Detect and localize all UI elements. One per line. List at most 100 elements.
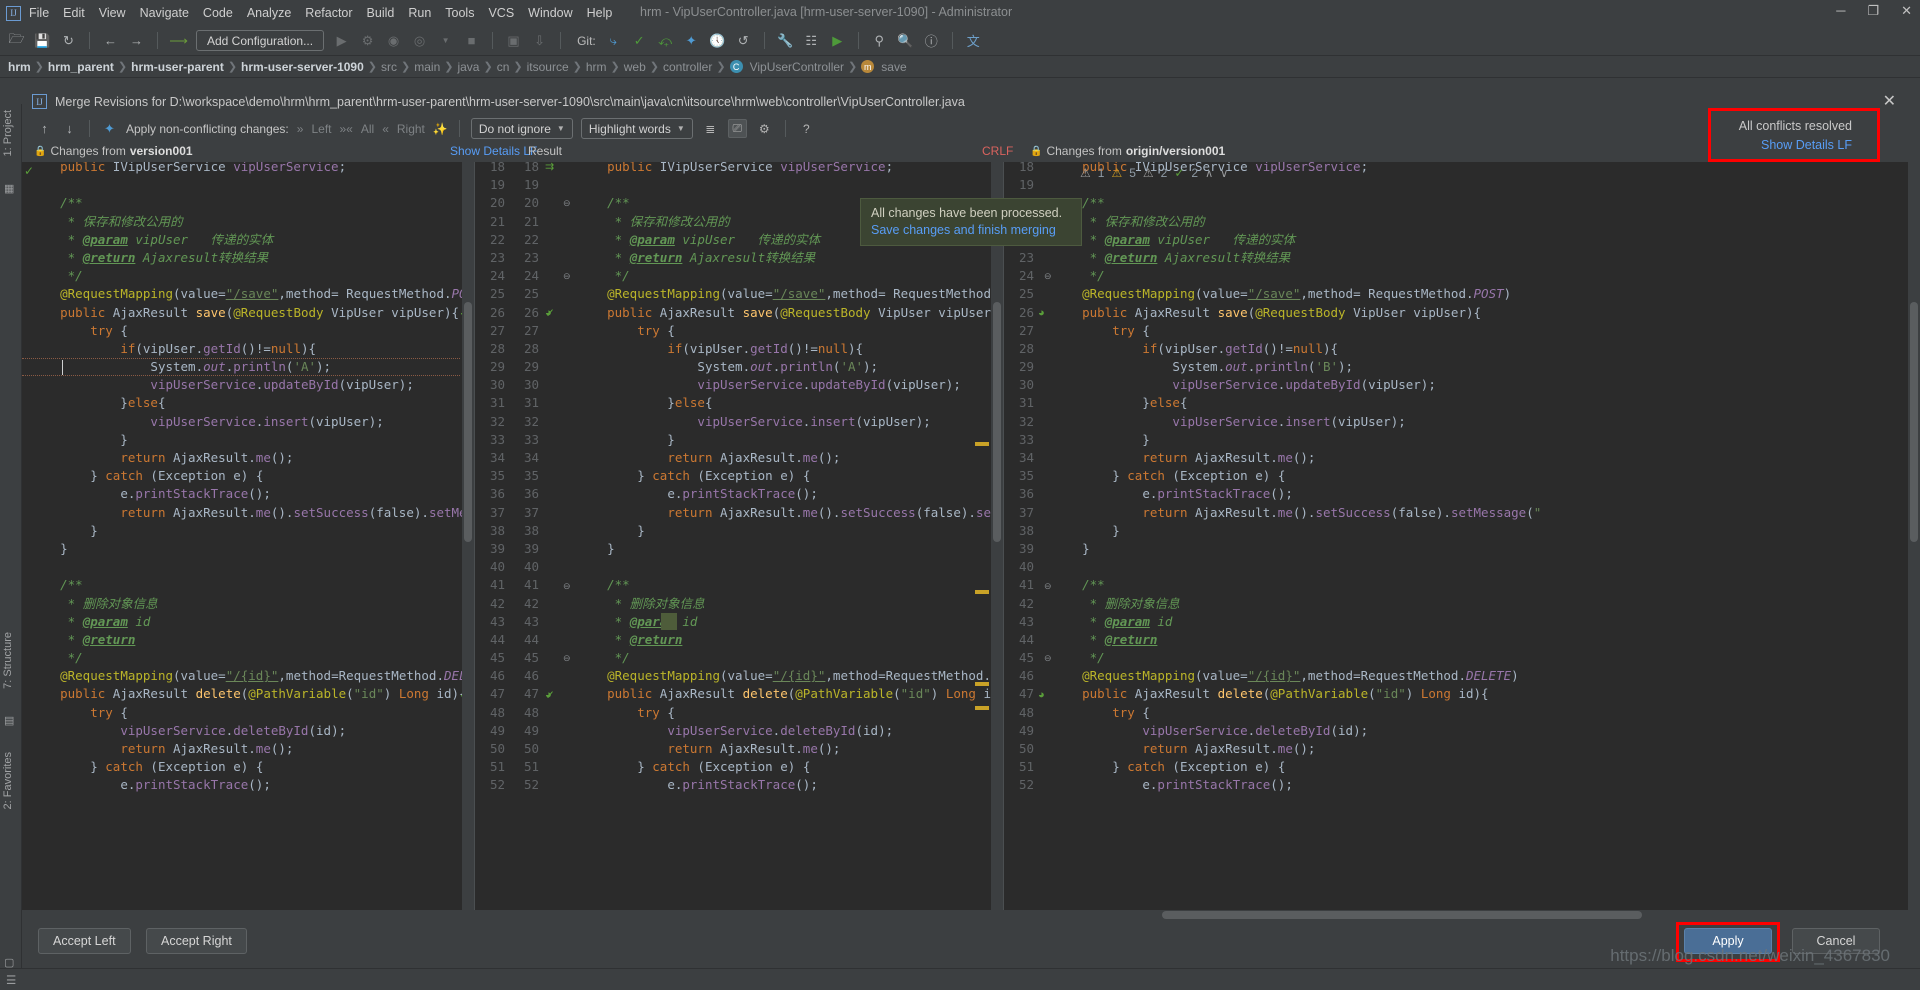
- code-line[interactable]: e.printStackTrace();: [30, 776, 474, 794]
- code-line[interactable]: try {: [30, 322, 474, 340]
- build-module-icon[interactable]: ⇩: [531, 32, 548, 49]
- debug-icon[interactable]: ⚙: [359, 32, 376, 49]
- code-line[interactable]: * 删除对象信息: [30, 595, 474, 613]
- back-arrow-icon[interactable]: ←: [102, 32, 119, 49]
- change-marker[interactable]: [975, 590, 989, 594]
- code-line[interactable]: public AjaxResult save(@RequestBody VipU…: [577, 304, 1003, 322]
- fold-marker-icon[interactable]: ⊖: [563, 198, 571, 209]
- code-line[interactable]: * 删除对象信息: [577, 595, 1003, 613]
- breadcrumb[interactable]: hrm ❯ hrm_parent ❯ hrm-user-parent ❯ hrm-us…: [0, 56, 1920, 78]
- scrollbar-thumb[interactable]: [1910, 302, 1918, 542]
- search-everywhere-icon[interactable]: ⚲: [871, 32, 888, 49]
- next-difference-icon[interactable]: ↓: [61, 120, 78, 137]
- maximize-icon[interactable]: ❐: [1867, 3, 1879, 19]
- prev-difference-icon[interactable]: ↑: [36, 120, 53, 137]
- left-editor-pane[interactable]: public IVipUserService vipUserService; /…: [22, 162, 474, 920]
- run-coverage-icon[interactable]: ◉: [385, 32, 402, 49]
- code-line[interactable]: return AjaxResult.me().setSuccess(false)…: [1052, 504, 1920, 522]
- apply-right-arrow-icon[interactable]: «: [382, 122, 389, 136]
- magic-resolve-icon[interactable]: ✦: [101, 120, 118, 137]
- code-line[interactable]: e.printStackTrace();: [577, 485, 1003, 503]
- fold-marker-icon[interactable]: ⊖: [1044, 653, 1052, 664]
- code-line[interactable]: [30, 176, 474, 194]
- stop-icon[interactable]: ■: [463, 32, 480, 49]
- main-toolbar[interactable]: 🗁 💾 ↻ ← → ⟶ Add Configuration... ▶ ⚙ ◉ ◎…: [0, 26, 1920, 56]
- code-line[interactable]: [1052, 558, 1920, 576]
- sidebar-item-favorites[interactable]: 2: Favorites: [2, 752, 14, 809]
- window-controls[interactable]: ─ ❐ ✕: [1836, 3, 1912, 19]
- menu-item-analyze[interactable]: Analyze: [247, 6, 291, 20]
- code-line[interactable]: }: [577, 522, 1003, 540]
- code-line[interactable]: * @return Ajaxresult转换结果: [1052, 249, 1920, 267]
- code-line[interactable]: [30, 558, 474, 576]
- code-content[interactable]: public IVipUserService vipUserService; /…: [1052, 162, 1920, 920]
- save-icon[interactable]: 💾: [34, 32, 51, 49]
- code-line[interactable]: */: [30, 267, 474, 285]
- apply-left-arrow-icon[interactable]: »: [297, 122, 304, 136]
- code-line[interactable]: vipUserService.updateById(vipUser);: [30, 376, 474, 394]
- code-line[interactable]: [577, 558, 1003, 576]
- code-line[interactable]: try {: [577, 704, 1003, 722]
- code-line[interactable]: if(vipUser.getId()!=null){: [1052, 340, 1920, 358]
- apply-all-button[interactable]: All: [361, 122, 374, 136]
- menu-item-edit[interactable]: Edit: [63, 6, 85, 20]
- code-line[interactable]: public IVipUserService vipUserService;: [577, 162, 1003, 176]
- code-line[interactable]: * @return Ajaxresult转换结果: [577, 249, 1003, 267]
- breadcrumb-item-hrm[interactable]: hrm: [8, 60, 31, 74]
- collapse-unchanged-icon[interactable]: ≣: [701, 119, 720, 138]
- code-line[interactable]: try {: [30, 704, 474, 722]
- right-editor-pane[interactable]: 1819202122232425262728293031323334353637…: [1004, 162, 1920, 920]
- breadcrumb-item-java[interactable]: java: [457, 60, 479, 74]
- code-line[interactable]: /**: [1052, 576, 1920, 594]
- inspection-widget[interactable]: ⚠ 1 ⚠ 5 ⚠ 2 ✓ 2 ∧ ∨: [1080, 166, 1228, 180]
- code-line[interactable]: return AjaxResult.me();: [577, 449, 1003, 467]
- run-icon[interactable]: ▶: [333, 32, 350, 49]
- profile-icon[interactable]: ◎: [411, 32, 428, 49]
- code-line[interactable]: e.printStackTrace();: [577, 776, 1003, 794]
- code-line[interactable]: vipUserService.insert(vipUser);: [577, 413, 1003, 431]
- code-line[interactable]: System.out.println('B');: [1052, 358, 1920, 376]
- add-configuration-button[interactable]: Add Configuration...: [196, 30, 325, 51]
- fold-marker-icon[interactable]: ⊖: [1044, 271, 1052, 282]
- code-line[interactable]: vipUserService.deleteById(id);: [577, 722, 1003, 740]
- help-icon[interactable]: ?: [797, 119, 816, 138]
- code-line[interactable]: }else{: [1052, 394, 1920, 412]
- code-line[interactable]: @RequestMapping(value="/{id}",method=Req…: [30, 667, 474, 685]
- fold-marker-icon[interactable]: ⊖: [1044, 581, 1052, 592]
- code-line[interactable]: * @param vipUser 传递的实体: [1052, 231, 1920, 249]
- code-line[interactable]: */: [577, 267, 1003, 285]
- breadcrumb-item-save[interactable]: save: [881, 60, 906, 74]
- settings-wrench-icon[interactable]: 🔧: [777, 32, 794, 49]
- code-line[interactable]: return AjaxResult.me();: [30, 740, 474, 758]
- code-line[interactable]: if(vipUser.getId()!=null){: [30, 340, 474, 358]
- prev-problem-icon[interactable]: ∧: [1205, 167, 1213, 180]
- code-line[interactable]: vipUserService.deleteById(id);: [30, 722, 474, 740]
- code-line[interactable]: * @return: [577, 631, 1003, 649]
- code-line[interactable]: if(vipUser.getId()!=null){: [577, 340, 1003, 358]
- change-accepted-icon[interactable]: ✓: [24, 164, 34, 178]
- code-line[interactable]: e.printStackTrace();: [1052, 485, 1920, 503]
- code-line[interactable]: } catch (Exception e) {: [30, 467, 474, 485]
- code-line[interactable]: } catch (Exception e) {: [1052, 467, 1920, 485]
- breadcrumb-item-hrm-user-server-1090[interactable]: hrm-user-server-1090: [241, 60, 364, 74]
- code-line[interactable]: @RequestMapping(value="/{id}",method=Req…: [577, 667, 1003, 685]
- code-content[interactable]: public IVipUserService vipUserService; /…: [577, 162, 1003, 920]
- code-line[interactable]: vipUserService.insert(vipUser);: [30, 413, 474, 431]
- code-line[interactable]: public AjaxResult delete(@PathVariable("…: [30, 685, 474, 703]
- code-line[interactable]: }: [1052, 540, 1920, 558]
- horizontal-scrollbar[interactable]: [22, 910, 1920, 920]
- accept-right-button[interactable]: Accept Right: [146, 928, 247, 954]
- status-left-icon[interactable]: ☰: [6, 973, 16, 987]
- code-line[interactable]: */: [577, 649, 1003, 667]
- project-structure-icon[interactable]: ☷: [803, 32, 820, 49]
- code-line[interactable]: * @return Ajaxresult转换结果: [30, 249, 474, 267]
- code-line[interactable]: public AjaxResult delete(@PathVariable("…: [577, 685, 1003, 703]
- ignore-policy-select[interactable]: Do not ignore ▼: [470, 118, 573, 139]
- vertical-scrollbar[interactable]: [1908, 162, 1920, 920]
- breadcrumb-item-hrm-pkg[interactable]: hrm: [586, 60, 607, 74]
- undo-icon[interactable]: ↺: [735, 32, 752, 49]
- code-line[interactable]: vipUserService.insert(vipUser);: [1052, 413, 1920, 431]
- history-icon[interactable]: 🕔: [709, 32, 726, 49]
- code-line[interactable]: * @param id: [1052, 613, 1920, 631]
- code-line[interactable]: @RequestMapping(value="/save",method= Re…: [30, 285, 474, 303]
